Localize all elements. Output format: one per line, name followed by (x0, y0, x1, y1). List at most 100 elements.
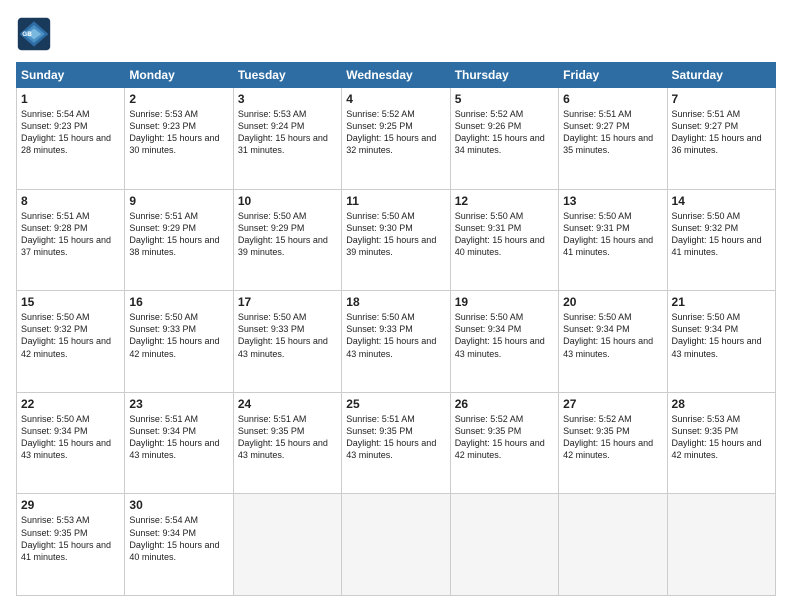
day-number: 25 (346, 397, 445, 411)
day-info: Sunrise: 5:50 AM Sunset: 9:34 PM Dayligh… (563, 311, 662, 360)
day-number: 14 (672, 194, 771, 208)
day-info: Sunrise: 5:51 AM Sunset: 9:27 PM Dayligh… (672, 108, 771, 157)
weekday-header-cell: Saturday (667, 63, 775, 88)
weekday-header-cell: Monday (125, 63, 233, 88)
calendar-cell (233, 494, 341, 596)
calendar-cell: 26 Sunrise: 5:52 AM Sunset: 9:35 PM Dayl… (450, 392, 558, 494)
calendar-cell: 7 Sunrise: 5:51 AM Sunset: 9:27 PM Dayli… (667, 88, 775, 190)
calendar-cell: 15 Sunrise: 5:50 AM Sunset: 9:32 PM Dayl… (17, 291, 125, 393)
calendar-cell: 18 Sunrise: 5:50 AM Sunset: 9:33 PM Dayl… (342, 291, 450, 393)
calendar-cell: 20 Sunrise: 5:50 AM Sunset: 9:34 PM Dayl… (559, 291, 667, 393)
day-number: 29 (21, 498, 120, 512)
day-number: 12 (455, 194, 554, 208)
logo: GB (16, 16, 56, 52)
day-info: Sunrise: 5:50 AM Sunset: 9:33 PM Dayligh… (129, 311, 228, 360)
calendar-cell: 12 Sunrise: 5:50 AM Sunset: 9:31 PM Dayl… (450, 189, 558, 291)
day-info: Sunrise: 5:51 AM Sunset: 9:35 PM Dayligh… (346, 413, 445, 462)
calendar-cell: 29 Sunrise: 5:53 AM Sunset: 9:35 PM Dayl… (17, 494, 125, 596)
calendar-row: 8 Sunrise: 5:51 AM Sunset: 9:28 PM Dayli… (17, 189, 776, 291)
calendar-cell: 30 Sunrise: 5:54 AM Sunset: 9:34 PM Dayl… (125, 494, 233, 596)
calendar-cell: 21 Sunrise: 5:50 AM Sunset: 9:34 PM Dayl… (667, 291, 775, 393)
calendar-cell: 4 Sunrise: 5:52 AM Sunset: 9:25 PM Dayli… (342, 88, 450, 190)
calendar-cell: 2 Sunrise: 5:53 AM Sunset: 9:23 PM Dayli… (125, 88, 233, 190)
day-info: Sunrise: 5:50 AM Sunset: 9:29 PM Dayligh… (238, 210, 337, 259)
day-info: Sunrise: 5:52 AM Sunset: 9:35 PM Dayligh… (455, 413, 554, 462)
calendar-row: 29 Sunrise: 5:53 AM Sunset: 9:35 PM Dayl… (17, 494, 776, 596)
day-info: Sunrise: 5:50 AM Sunset: 9:31 PM Dayligh… (563, 210, 662, 259)
day-number: 4 (346, 92, 445, 106)
day-info: Sunrise: 5:51 AM Sunset: 9:29 PM Dayligh… (129, 210, 228, 259)
day-number: 8 (21, 194, 120, 208)
logo-icon: GB (16, 16, 52, 52)
calendar-cell (559, 494, 667, 596)
day-info: Sunrise: 5:53 AM Sunset: 9:35 PM Dayligh… (672, 413, 771, 462)
day-number: 24 (238, 397, 337, 411)
svg-text:GB: GB (22, 31, 32, 38)
day-info: Sunrise: 5:50 AM Sunset: 9:33 PM Dayligh… (238, 311, 337, 360)
day-number: 26 (455, 397, 554, 411)
calendar-body: 1 Sunrise: 5:54 AM Sunset: 9:23 PM Dayli… (17, 88, 776, 596)
day-number: 6 (563, 92, 662, 106)
calendar-cell: 16 Sunrise: 5:50 AM Sunset: 9:33 PM Dayl… (125, 291, 233, 393)
day-number: 30 (129, 498, 228, 512)
calendar-cell: 28 Sunrise: 5:53 AM Sunset: 9:35 PM Dayl… (667, 392, 775, 494)
day-info: Sunrise: 5:50 AM Sunset: 9:34 PM Dayligh… (21, 413, 120, 462)
day-info: Sunrise: 5:51 AM Sunset: 9:35 PM Dayligh… (238, 413, 337, 462)
day-info: Sunrise: 5:50 AM Sunset: 9:32 PM Dayligh… (672, 210, 771, 259)
calendar-cell: 27 Sunrise: 5:52 AM Sunset: 9:35 PM Dayl… (559, 392, 667, 494)
day-number: 16 (129, 295, 228, 309)
day-info: Sunrise: 5:50 AM Sunset: 9:34 PM Dayligh… (672, 311, 771, 360)
day-info: Sunrise: 5:51 AM Sunset: 9:28 PM Dayligh… (21, 210, 120, 259)
day-number: 23 (129, 397, 228, 411)
day-info: Sunrise: 5:51 AM Sunset: 9:34 PM Dayligh… (129, 413, 228, 462)
calendar-cell (667, 494, 775, 596)
day-number: 18 (346, 295, 445, 309)
calendar-cell (450, 494, 558, 596)
calendar-row: 15 Sunrise: 5:50 AM Sunset: 9:32 PM Dayl… (17, 291, 776, 393)
day-info: Sunrise: 5:50 AM Sunset: 9:32 PM Dayligh… (21, 311, 120, 360)
calendar-table: SundayMondayTuesdayWednesdayThursdayFrid… (16, 62, 776, 596)
weekday-header-cell: Wednesday (342, 63, 450, 88)
day-number: 17 (238, 295, 337, 309)
calendar-cell: 9 Sunrise: 5:51 AM Sunset: 9:29 PM Dayli… (125, 189, 233, 291)
day-info: Sunrise: 5:52 AM Sunset: 9:35 PM Dayligh… (563, 413, 662, 462)
day-info: Sunrise: 5:53 AM Sunset: 9:23 PM Dayligh… (129, 108, 228, 157)
day-info: Sunrise: 5:50 AM Sunset: 9:30 PM Dayligh… (346, 210, 445, 259)
weekday-header-cell: Thursday (450, 63, 558, 88)
day-info: Sunrise: 5:50 AM Sunset: 9:33 PM Dayligh… (346, 311, 445, 360)
calendar-cell: 23 Sunrise: 5:51 AM Sunset: 9:34 PM Dayl… (125, 392, 233, 494)
day-number: 2 (129, 92, 228, 106)
calendar-cell: 22 Sunrise: 5:50 AM Sunset: 9:34 PM Dayl… (17, 392, 125, 494)
weekday-header-row: SundayMondayTuesdayWednesdayThursdayFrid… (17, 63, 776, 88)
calendar-cell (342, 494, 450, 596)
calendar-cell: 25 Sunrise: 5:51 AM Sunset: 9:35 PM Dayl… (342, 392, 450, 494)
calendar-cell: 14 Sunrise: 5:50 AM Sunset: 9:32 PM Dayl… (667, 189, 775, 291)
day-number: 21 (672, 295, 771, 309)
calendar-cell: 8 Sunrise: 5:51 AM Sunset: 9:28 PM Dayli… (17, 189, 125, 291)
calendar-cell: 5 Sunrise: 5:52 AM Sunset: 9:26 PM Dayli… (450, 88, 558, 190)
day-number: 13 (563, 194, 662, 208)
calendar-row: 22 Sunrise: 5:50 AM Sunset: 9:34 PM Dayl… (17, 392, 776, 494)
calendar-cell: 6 Sunrise: 5:51 AM Sunset: 9:27 PM Dayli… (559, 88, 667, 190)
calendar-cell: 13 Sunrise: 5:50 AM Sunset: 9:31 PM Dayl… (559, 189, 667, 291)
day-number: 20 (563, 295, 662, 309)
day-number: 3 (238, 92, 337, 106)
day-number: 27 (563, 397, 662, 411)
day-number: 19 (455, 295, 554, 309)
day-info: Sunrise: 5:53 AM Sunset: 9:35 PM Dayligh… (21, 514, 120, 563)
day-number: 5 (455, 92, 554, 106)
day-number: 7 (672, 92, 771, 106)
calendar-row: 1 Sunrise: 5:54 AM Sunset: 9:23 PM Dayli… (17, 88, 776, 190)
day-info: Sunrise: 5:52 AM Sunset: 9:25 PM Dayligh… (346, 108, 445, 157)
day-info: Sunrise: 5:54 AM Sunset: 9:23 PM Dayligh… (21, 108, 120, 157)
header: GB (16, 16, 776, 52)
calendar-cell: 17 Sunrise: 5:50 AM Sunset: 9:33 PM Dayl… (233, 291, 341, 393)
calendar-cell: 1 Sunrise: 5:54 AM Sunset: 9:23 PM Dayli… (17, 88, 125, 190)
calendar-cell: 11 Sunrise: 5:50 AM Sunset: 9:30 PM Dayl… (342, 189, 450, 291)
weekday-header-cell: Sunday (17, 63, 125, 88)
weekday-header-cell: Friday (559, 63, 667, 88)
day-info: Sunrise: 5:54 AM Sunset: 9:34 PM Dayligh… (129, 514, 228, 563)
day-number: 11 (346, 194, 445, 208)
day-number: 9 (129, 194, 228, 208)
calendar-cell: 3 Sunrise: 5:53 AM Sunset: 9:24 PM Dayli… (233, 88, 341, 190)
